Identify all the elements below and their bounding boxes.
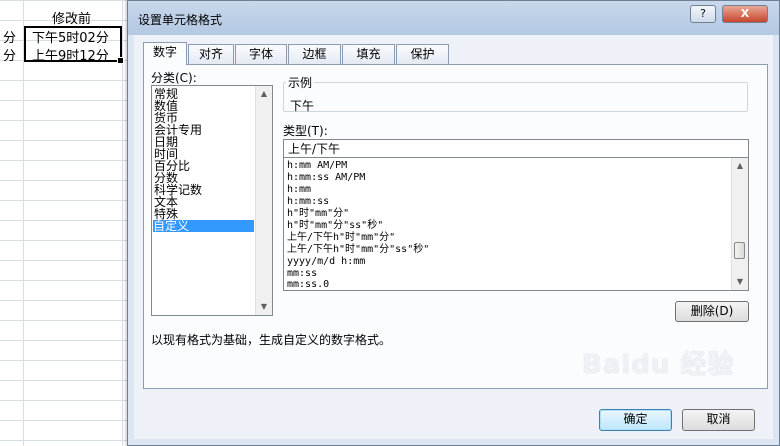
- column-gridline: [23, 0, 24, 446]
- dialog-title: 设置单元格格式: [138, 13, 223, 27]
- tab-border[interactable]: 边框: [288, 44, 341, 64]
- tab-font[interactable]: 字体: [235, 44, 287, 64]
- format-item[interactable]: 上午/下午h"时"mm"分": [287, 232, 395, 244]
- cell-left-1[interactable]: 分: [3, 27, 16, 46]
- format-list[interactable]: h:mm AM/PM h:mm:ss AM/PM h:mm h:mm:ss h"…: [283, 157, 749, 291]
- format-item[interactable]: h:mm AM/PM: [287, 160, 347, 172]
- format-scrollbar[interactable]: ▲ ▼: [731, 158, 748, 290]
- close-button[interactable]: X: [722, 5, 768, 23]
- tab-protection[interactable]: 保护: [396, 44, 449, 64]
- ok-button[interactable]: 确定: [599, 409, 672, 431]
- sample-group: 示例 下午: [283, 74, 748, 113]
- dialog-titlebar[interactable]: 设置单元格格式 ? X: [128, 1, 779, 35]
- format-item[interactable]: yyyy/m/d h:mm: [287, 256, 365, 268]
- type-label: 类型(T):: [283, 124, 328, 138]
- scroll-up-icon[interactable]: ▲: [256, 86, 272, 102]
- category-list[interactable]: 常规 数值 货币 会计专用 日期 时间 百分比 分数 科学记数 文本 特殊 自定…: [151, 85, 273, 316]
- scroll-up-icon[interactable]: ▲: [732, 158, 748, 174]
- sample-label: 示例: [288, 76, 313, 90]
- type-input[interactable]: 上午/下午: [283, 139, 749, 158]
- header-cell[interactable]: 修改前: [52, 8, 91, 27]
- cell-selection: [24, 26, 124, 64]
- watermark-logo: Baidu 经验: [582, 350, 735, 380]
- scroll-down-icon[interactable]: ▼: [256, 299, 272, 315]
- cell-left-2[interactable]: 分: [3, 45, 16, 64]
- tab-number[interactable]: 数字: [143, 42, 187, 65]
- fill-handle[interactable]: [117, 57, 124, 64]
- format-item[interactable]: h:mm:ss AM/PM: [287, 172, 365, 184]
- cancel-button[interactable]: 取消: [682, 409, 755, 431]
- category-scrollbar[interactable]: ▲ ▼: [255, 86, 272, 315]
- format-item[interactable]: 上午/下午h"时"mm"分"ss"秒": [287, 244, 429, 256]
- format-item[interactable]: mm:ss.0: [287, 279, 329, 290]
- format-description: 以现有格式为基础，生成自定义的数字格式。: [151, 333, 392, 347]
- help-button[interactable]: ?: [690, 5, 716, 23]
- format-item[interactable]: h"时"mm"分"ss"秒": [287, 220, 383, 232]
- format-item[interactable]: h:mm:ss: [287, 196, 329, 208]
- tab-fill[interactable]: 填充: [342, 44, 395, 64]
- format-item[interactable]: h:mm: [287, 184, 311, 196]
- scroll-down-icon[interactable]: ▼: [732, 274, 748, 290]
- delete-button[interactable]: 删除(D): [675, 301, 749, 322]
- category-label: 分类(C):: [151, 71, 197, 85]
- tab-alignment[interactable]: 对齐: [188, 44, 234, 64]
- number-tab-panel: 分类(C): 常规 数值 货币 会计专用 日期 时间 百分比 分数 科学记数 文…: [143, 64, 768, 389]
- format-item[interactable]: h"时"mm"分": [287, 208, 349, 220]
- scroll-thumb[interactable]: [734, 242, 745, 259]
- category-item-selected[interactable]: 自定义: [153, 220, 254, 232]
- sample-value: 下午: [290, 99, 315, 113]
- column-gridline: [122, 0, 123, 446]
